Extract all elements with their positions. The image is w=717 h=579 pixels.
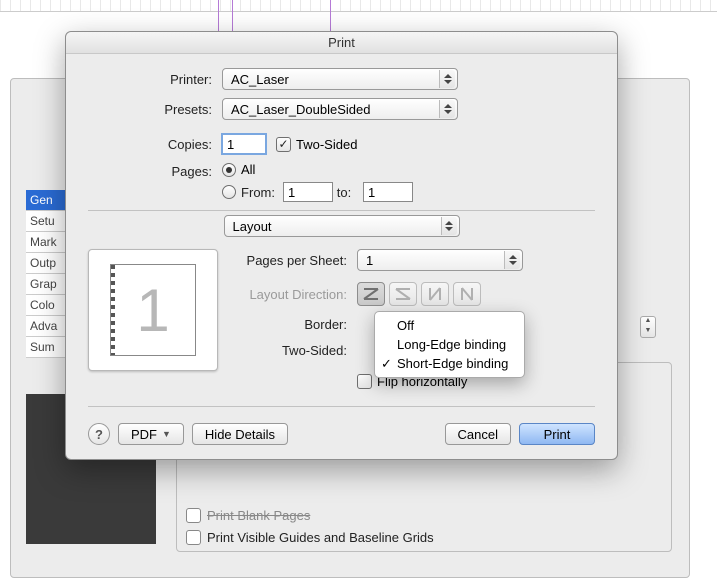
two-sided-popup-label: Two-Sided: <box>232 343 357 358</box>
print-label: Print <box>544 427 571 442</box>
chevron-down-icon: ▼ <box>162 429 171 439</box>
printer-label: Printer: <box>88 72 222 87</box>
presets-value: AC_Laser_DoubleSided <box>231 102 370 117</box>
two-sided-label: Two-Sided <box>296 137 357 152</box>
sidebar-item[interactable]: Grap <box>26 274 66 295</box>
printer-value: AC_Laser <box>231 72 289 87</box>
section-popup[interactable]: Layout <box>224 215 460 237</box>
layout-direction-group <box>357 282 481 306</box>
copies-input[interactable] <box>222 134 266 154</box>
hide-details-label: Hide Details <box>205 427 275 442</box>
pages-label: Pages: <box>88 162 222 179</box>
flip-horizontal-checkbox[interactable] <box>357 374 372 389</box>
background-checkbox-row[interactable]: Print Blank Pages <box>186 508 310 523</box>
background-stepper[interactable]: ▲▼ <box>640 316 656 338</box>
pages-per-sheet-label: Pages per Sheet: <box>232 253 357 268</box>
menu-item-long-edge[interactable]: Long-Edge binding <box>375 335 524 354</box>
help-button[interactable]: ? <box>88 423 110 445</box>
thumbnail-number: 1 <box>136 276 169 345</box>
menu-item-off[interactable]: Off <box>375 316 524 335</box>
border-label: Border: <box>232 317 357 332</box>
pages-from-radio[interactable] <box>222 185 236 199</box>
pages-all-radio[interactable] <box>222 163 236 177</box>
divider <box>88 210 595 211</box>
presets-popup[interactable]: AC_Laser_DoubleSided <box>222 98 458 120</box>
pages-per-sheet-popup[interactable]: 1 <box>357 249 523 271</box>
updown-arrows-icon <box>504 251 520 269</box>
background-checkbox-row[interactable]: Print Visible Guides and Baseline Grids <box>186 530 434 545</box>
two-sided-menu[interactable]: Off Long-Edge binding Short-Edge binding <box>374 311 525 378</box>
two-sided-checkbox[interactable] <box>276 137 291 152</box>
cancel-button[interactable]: Cancel <box>445 423 511 445</box>
section-value: Layout <box>233 219 272 234</box>
direction-n-button[interactable] <box>421 282 449 306</box>
sidebar-item[interactable]: Mark <box>26 232 66 253</box>
background-sidebar: Gen Setu Mark Outp Grap Colo Adva Sum <box>26 190 66 358</box>
pdf-button[interactable]: PDF ▼ <box>118 423 184 445</box>
divider <box>88 406 595 407</box>
background-clipped-label: Print Blank Pages <box>207 508 310 523</box>
layout-direction-label: Layout Direction: <box>232 287 357 302</box>
copies-label: Copies: <box>88 137 222 152</box>
updown-arrows-icon <box>441 217 457 235</box>
sidebar-item[interactable]: Outp <box>26 253 66 274</box>
sidebar-item[interactable]: Colo <box>26 295 66 316</box>
pages-per-sheet-value: 1 <box>366 253 373 268</box>
sidebar-item[interactable]: Adva <box>26 316 66 337</box>
guide-line <box>330 0 331 32</box>
presets-label: Presets: <box>88 102 222 117</box>
updown-arrows-icon <box>439 70 455 88</box>
print-dialog: Print Printer: AC_Laser Presets: AC_Lase… <box>65 31 618 460</box>
layout-thumbnail: 1 <box>88 249 218 371</box>
direction-z-button[interactable] <box>357 282 385 306</box>
guide-line <box>218 0 219 32</box>
pages-all-label: All <box>241 162 255 177</box>
cancel-label: Cancel <box>458 427 498 442</box>
dialog-title: Print <box>66 32 617 54</box>
menu-item-short-edge[interactable]: Short-Edge binding <box>375 354 524 373</box>
updown-arrows-icon <box>439 100 455 118</box>
pages-from-label: From: <box>241 185 283 200</box>
sidebar-item[interactable]: Sum <box>26 337 66 358</box>
pages-to-label: to: <box>333 185 363 200</box>
pages-to-input[interactable] <box>363 182 413 202</box>
background-visible-guides-label: Print Visible Guides and Baseline Grids <box>207 530 434 545</box>
sidebar-item[interactable]: Setu <box>26 211 66 232</box>
printer-popup[interactable]: AC_Laser <box>222 68 458 90</box>
checkbox-icon[interactable] <box>186 530 201 545</box>
pages-from-input[interactable] <box>283 182 333 202</box>
checkbox-icon[interactable] <box>186 508 201 523</box>
thumbnail-page: 1 <box>110 264 196 356</box>
pdf-label: PDF <box>131 427 157 442</box>
direction-n2-button[interactable] <box>453 282 481 306</box>
sidebar-item[interactable]: Gen <box>26 190 66 211</box>
print-button[interactable]: Print <box>519 423 595 445</box>
direction-s-button[interactable] <box>389 282 417 306</box>
guide-line <box>232 0 233 32</box>
ruler <box>0 0 717 12</box>
hide-details-button[interactable]: Hide Details <box>192 423 288 445</box>
